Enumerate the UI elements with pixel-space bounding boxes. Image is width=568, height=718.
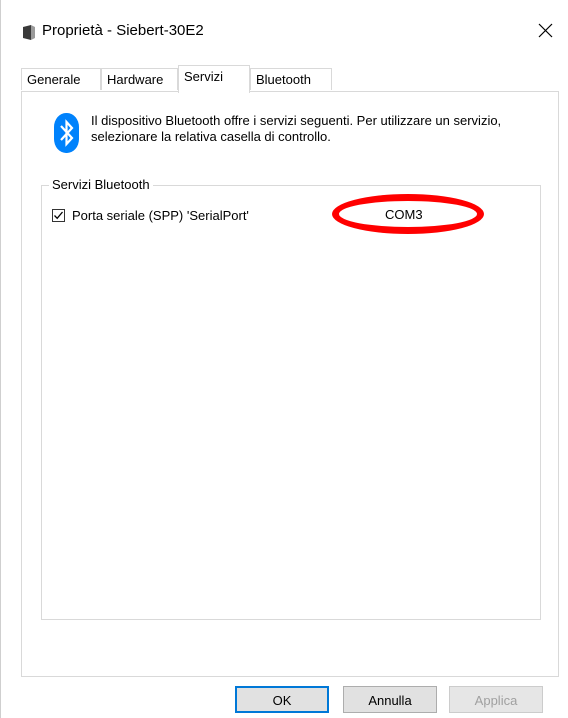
title-bar: Proprietà - Siebert-30E2 (1, 0, 568, 62)
bluetooth-icon (54, 113, 79, 153)
apply-button[interactable]: Applica (449, 686, 543, 713)
tab-hardware[interactable]: Hardware (101, 68, 178, 90)
tab-servizi[interactable]: Servizi (178, 65, 250, 93)
tab-panel-servizi: Il dispositivo Bluetooth offre i servizi… (21, 91, 559, 677)
service-label: Porta seriale (SPP) 'SerialPort' (72, 207, 249, 223)
com-port-label: COM3 (385, 207, 423, 222)
tab-generale[interactable]: Generale (21, 68, 101, 90)
window-title: Proprietà - Siebert-30E2 (42, 22, 204, 39)
checkmark-icon (54, 211, 63, 219)
bluetooth-services-group: Servizi Bluetooth Porta seriale (SPP) 'S… (41, 177, 541, 620)
tab-strip: Generale Hardware Servizi Bluetooth (21, 65, 561, 93)
service-checkbox[interactable] (52, 208, 65, 222)
close-button[interactable] (527, 14, 563, 46)
properties-dialog: Proprietà - Siebert-30E2 Generale Hardwa… (0, 0, 568, 718)
device-icon (23, 25, 35, 40)
service-row: Porta seriale (SPP) 'SerialPort' (52, 206, 249, 224)
tab-bluetooth[interactable]: Bluetooth (250, 68, 332, 90)
ok-button[interactable]: OK (235, 686, 329, 713)
cancel-button[interactable]: Annulla (343, 686, 437, 713)
close-icon (538, 23, 552, 37)
group-label: Servizi Bluetooth (49, 177, 153, 193)
info-text: Il dispositivo Bluetooth offre i servizi… (91, 113, 502, 144)
